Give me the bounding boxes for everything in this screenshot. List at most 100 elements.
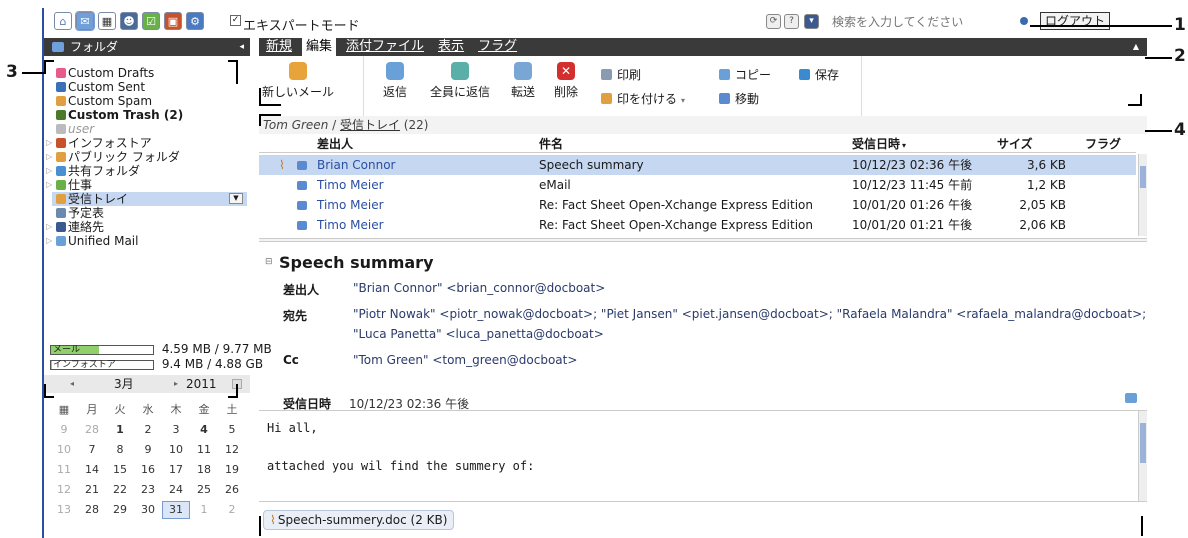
from-value[interactable]: "Brian Connor" <brian_connor@docboat> bbox=[353, 281, 605, 295]
calendar-day[interactable]: 15 bbox=[106, 460, 134, 480]
reply-button[interactable]: 返信 bbox=[377, 62, 413, 100]
calendar-month[interactable]: 3月 bbox=[114, 375, 134, 393]
folder-menu-icon[interactable]: ▼ bbox=[229, 193, 243, 204]
calendar-day[interactable]: 18 bbox=[190, 460, 218, 480]
table-row[interactable]: Timo Meier Re: Fact Sheet Open-Xchange Ex… bbox=[259, 215, 1136, 235]
collapse-header-icon[interactable]: ⊟ bbox=[265, 257, 273, 267]
search-icon[interactable] bbox=[1020, 17, 1028, 25]
calendar-day[interactable]: 2 bbox=[218, 500, 246, 520]
column-size[interactable]: サイズ bbox=[997, 135, 1033, 153]
column-subject[interactable]: 件名 bbox=[539, 135, 563, 153]
move-button[interactable]: 移動 bbox=[719, 90, 759, 107]
folder-item[interactable]: ▷ Unified Mail bbox=[46, 234, 247, 248]
expand-icon[interactable]: ▷ bbox=[46, 164, 52, 178]
mail-icon[interactable]: ✉ bbox=[75, 11, 95, 31]
copy-button[interactable]: コピー bbox=[719, 66, 771, 83]
calendar-day[interactable]: 30 bbox=[134, 500, 162, 520]
ribbon-tab[interactable]: 新規 bbox=[262, 38, 296, 56]
collapse-icon[interactable]: ◂ bbox=[239, 38, 244, 56]
folder-item[interactable]: Custom Sent bbox=[52, 80, 247, 94]
forward-button[interactable]: 転送 bbox=[506, 62, 540, 100]
calendar-day[interactable]: 1 bbox=[106, 420, 134, 440]
folder-item[interactable]: user bbox=[52, 122, 247, 136]
calendar-day[interactable]: 11 bbox=[190, 440, 218, 460]
breadcrumb-folder[interactable]: 受信トレイ bbox=[340, 118, 400, 132]
folder-item[interactable]: 受信トレイ ▼ bbox=[52, 192, 247, 206]
calendar-day[interactable]: 23 bbox=[134, 480, 162, 500]
calendar-day[interactable]: 21 bbox=[78, 480, 106, 500]
column-flag[interactable]: フラグ bbox=[1085, 135, 1121, 153]
column-from[interactable]: 差出人 bbox=[317, 135, 353, 153]
ribbon-tab[interactable]: 表示 bbox=[434, 38, 468, 56]
calendar-day[interactable]: 24 bbox=[162, 480, 190, 500]
to-value-line2[interactable]: "Luca Panetta" <luca_panetta@docboat> bbox=[353, 327, 604, 341]
calendar-day[interactable]: 10 bbox=[162, 440, 190, 460]
folder-item[interactable]: Custom Spam bbox=[52, 94, 247, 108]
infostore-icon[interactable]: ▣ bbox=[164, 12, 182, 30]
expert-mode-checkbox[interactable]: ✓ bbox=[230, 15, 241, 26]
expand-icon[interactable]: ▷ bbox=[46, 234, 52, 248]
settings-gear-icon[interactable]: ⚙ bbox=[186, 12, 204, 30]
column-received[interactable]: 受信日時 ▾ bbox=[852, 135, 906, 155]
calendar-day[interactable]: 9 bbox=[134, 440, 162, 460]
calendar-day[interactable]: 1 bbox=[190, 500, 218, 520]
calendar-day[interactable]: 5 bbox=[218, 420, 246, 440]
calendar-day[interactable]: 19 bbox=[218, 460, 246, 480]
print-button[interactable]: 印刷 bbox=[601, 66, 641, 83]
help-icon[interactable]: ? bbox=[784, 14, 799, 29]
week-number[interactable]: 11 bbox=[50, 460, 78, 480]
calendar-day[interactable]: 17 bbox=[162, 460, 190, 480]
save-button[interactable]: 保存 bbox=[799, 66, 839, 83]
ribbon-tab[interactable]: フラグ bbox=[474, 38, 521, 56]
tasks-icon[interactable]: ☑ bbox=[142, 12, 160, 30]
calendar-day[interactable]: 29 bbox=[106, 500, 134, 520]
table-row[interactable]: Timo Meier Re: Fact Sheet Open-Xchange Ex… bbox=[259, 195, 1136, 215]
week-number[interactable]: 12 bbox=[50, 480, 78, 500]
week-number[interactable]: 9 bbox=[50, 420, 78, 440]
to-value-line1[interactable]: "Piotr Nowak" <piotr_nowak@docboat>; "Pi… bbox=[353, 307, 1146, 321]
calendar-day[interactable]: 16 bbox=[134, 460, 162, 480]
message-list-scrollbar[interactable] bbox=[1138, 154, 1147, 236]
expand-icon[interactable]: ▷ bbox=[46, 150, 52, 164]
table-row[interactable]: Timo Meier eMail 10/12/23 11:45 午前 1,2 KB bbox=[259, 175, 1136, 195]
folder-item[interactable]: ▷ インフォストア bbox=[46, 136, 247, 150]
folder-item[interactable]: ▷ 共有フォルダ bbox=[46, 164, 247, 178]
calendar-day[interactable]: 25 bbox=[190, 480, 218, 500]
next-month-icon[interactable]: ▸ bbox=[174, 375, 178, 393]
folder-item[interactable]: ▷ パブリック フォルダ bbox=[46, 150, 247, 164]
folder-item[interactable]: Custom Trash (2) bbox=[52, 108, 247, 122]
logout-button[interactable]: ログアウト bbox=[1040, 12, 1110, 30]
calendar-day[interactable]: 4 bbox=[190, 420, 218, 440]
body-scrollbar[interactable] bbox=[1138, 411, 1147, 501]
search-dropdown-icon[interactable]: ▾ bbox=[804, 14, 819, 29]
prev-month-icon[interactable]: ◂ bbox=[70, 375, 74, 393]
pane-splitter[interactable] bbox=[259, 238, 1147, 242]
calendar-day[interactable]: 26 bbox=[218, 480, 246, 500]
expand-icon[interactable]: ▷ bbox=[46, 178, 52, 192]
calendar-day[interactable]: 3 bbox=[162, 420, 190, 440]
folder-item[interactable]: ▷ 仕事 bbox=[46, 178, 247, 192]
home-icon[interactable]: ⌂ bbox=[54, 12, 72, 30]
mark-button[interactable]: 印を付ける ▾ bbox=[601, 90, 685, 107]
mark-dropdown-icon[interactable]: ▾ bbox=[681, 96, 685, 105]
expand-icon[interactable]: ▷ bbox=[46, 136, 52, 150]
refresh-icon[interactable]: ⟳ bbox=[766, 14, 781, 29]
ribbon-collapse-icon[interactable]: ▲ bbox=[1133, 42, 1139, 51]
calendar-day[interactable]: 12 bbox=[218, 440, 246, 460]
cc-value[interactable]: "Tom Green" <tom_green@docboat> bbox=[353, 353, 577, 367]
delete-button[interactable]: ✕ 削除 bbox=[549, 62, 583, 100]
calendar-day[interactable]: 7 bbox=[78, 440, 106, 460]
calendar-day[interactable]: 14 bbox=[78, 460, 106, 480]
week-number[interactable]: 10 bbox=[50, 440, 78, 460]
folder-item[interactable]: 予定表 bbox=[52, 206, 247, 220]
week-number[interactable]: 13 bbox=[50, 500, 78, 520]
scrollbar-thumb[interactable] bbox=[1140, 423, 1146, 463]
calendar-day[interactable]: 28 bbox=[78, 500, 106, 520]
ribbon-tab[interactable]: 編集 bbox=[302, 38, 337, 56]
ribbon-tab[interactable]: 添付ファイル bbox=[342, 38, 428, 56]
calendar-day[interactable]: 31 bbox=[162, 501, 190, 519]
expand-icon[interactable]: ▷ bbox=[46, 220, 52, 234]
reply-all-button[interactable]: 全員に返信 bbox=[424, 62, 496, 100]
folder-item[interactable]: Custom Drafts bbox=[52, 66, 247, 80]
folder-item[interactable]: ▷ 連絡先 bbox=[46, 220, 247, 234]
